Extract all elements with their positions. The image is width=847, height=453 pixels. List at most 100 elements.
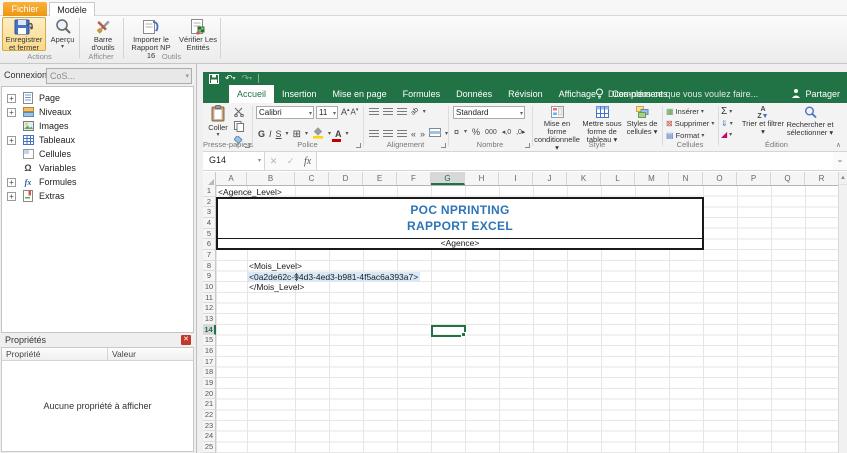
row-header-25[interactable]: 25: [203, 442, 216, 453]
row-header-21[interactable]: 21: [203, 399, 216, 411]
sort-filter-button[interactable]: A Z▼ Trier et filtrer ▾: [741, 106, 785, 136]
enter-icon[interactable]: ✓: [287, 156, 295, 167]
cell-mois-level-close[interactable]: </Mois_Level>: [249, 282, 304, 293]
dialog-launcher-icon[interactable]: [356, 143, 361, 148]
format-cells-button[interactable]: ▤ Format ▾: [666, 131, 714, 140]
expander-icon[interactable]: +: [7, 93, 16, 103]
grow-font-icon[interactable]: A▴: [341, 107, 350, 117]
dialog-launcher-icon[interactable]: [525, 143, 530, 148]
excel-tab-insertion[interactable]: Insertion: [274, 85, 325, 103]
increase-decimal-icon[interactable]: ◂,0: [502, 128, 511, 136]
excel-tab-donn-es[interactable]: Données: [448, 85, 500, 103]
row-header-8[interactable]: 8: [203, 260, 216, 272]
formula-input[interactable]: [317, 152, 833, 170]
toolbar-button[interactable]: Barre d'outils: [84, 17, 122, 52]
font-color-icon[interactable]: A: [332, 129, 342, 142]
row-header-3[interactable]: 3: [203, 207, 216, 219]
expander-icon[interactable]: +: [7, 135, 16, 145]
font-size-select[interactable]: 11 ▾: [316, 106, 338, 119]
decrease-decimal-icon[interactable]: ,0▸: [516, 128, 525, 136]
tab-fichier[interactable]: Fichier: [3, 2, 47, 16]
tree-item-niveaux[interactable]: + Niveaux: [2, 105, 193, 119]
tree-item-formules[interactable]: + fx Formules: [2, 175, 193, 189]
fill-color-icon[interactable]: [312, 127, 324, 141]
cell-a1[interactable]: <Agence_Level>: [218, 187, 282, 198]
row-header-2[interactable]: 2: [203, 196, 216, 208]
merge-center-icon[interactable]: [429, 128, 442, 139]
tree-item-variables[interactable]: +ΩVariables: [2, 161, 193, 175]
undo-icon[interactable]: ↶ ▾: [225, 73, 236, 84]
column-header-j[interactable]: J: [533, 172, 567, 185]
row-header-24[interactable]: 24: [203, 431, 216, 443]
delete-cells-button[interactable]: ⊠ Supprimer ▾: [666, 119, 714, 128]
paste-button[interactable]: Coller ▾: [206, 105, 230, 138]
scroll-up-icon[interactable]: ▲: [839, 172, 847, 185]
row-header-14[interactable]: 14: [203, 324, 216, 336]
row-header-15[interactable]: 15: [203, 335, 216, 347]
tree-item-images[interactable]: +Images: [2, 119, 193, 133]
expand-formula-bar-icon[interactable]: ⌄: [833, 152, 847, 170]
row-header-9[interactable]: 9: [203, 271, 216, 283]
insert-cells-button[interactable]: ▦ Insérer ▾: [666, 107, 714, 116]
shrink-font-icon[interactable]: A▾: [351, 107, 359, 117]
align-bottom-icon[interactable]: [397, 108, 407, 115]
row-header-13[interactable]: 13: [203, 314, 216, 325]
tree-item-page[interactable]: + Page: [2, 91, 193, 105]
column-header-n[interactable]: N: [669, 172, 703, 185]
row-header-23[interactable]: 23: [203, 420, 216, 432]
row-header-6[interactable]: 6: [203, 239, 216, 251]
chevron-down-icon[interactable]: ▾: [286, 131, 289, 137]
orientation-icon[interactable]: ab: [410, 106, 420, 116]
format-as-table-button[interactable]: Mettre sous forme de tableau ▾: [580, 106, 624, 144]
align-top-icon[interactable]: [369, 108, 379, 115]
expander-icon[interactable]: +: [7, 107, 16, 117]
cut-icon[interactable]: [234, 107, 245, 119]
chevron-down-icon[interactable]: ▾: [464, 129, 467, 135]
property-column-header[interactable]: Propriété: [2, 348, 108, 360]
column-header-a[interactable]: A: [216, 172, 247, 185]
row-header-17[interactable]: 17: [203, 356, 216, 368]
increase-indent-icon[interactable]: »: [420, 129, 425, 139]
save-icon[interactable]: [209, 73, 219, 84]
borders-icon[interactable]: ⊞: [293, 129, 301, 140]
column-header-g[interactable]: G: [431, 172, 465, 185]
chevron-down-icon[interactable]: ▾: [305, 131, 308, 137]
row-header-7[interactable]: 7: [203, 250, 216, 261]
row-header-12[interactable]: 12: [203, 303, 216, 315]
percent-icon[interactable]: %: [472, 127, 480, 137]
tree-item-tableaux[interactable]: + Tableaux: [2, 133, 193, 147]
font-name-select[interactable]: Calibri ▾: [256, 106, 314, 119]
row-header-16[interactable]: 16: [203, 346, 216, 357]
tree-item-cellules[interactable]: +Cellules: [2, 147, 193, 161]
column-header-h[interactable]: H: [465, 172, 499, 185]
report-title-box[interactable]: POC NPRINTING RAPPORT EXCEL <Agence>: [216, 196, 704, 251]
selected-cell-g14[interactable]: [431, 324, 466, 337]
expander-icon[interactable]: +: [7, 191, 16, 201]
tell-me-box[interactable]: Dites-nous ce que vous voulez faire...: [595, 85, 758, 103]
row-header-22[interactable]: 22: [203, 410, 216, 421]
column-header-k[interactable]: K: [567, 172, 601, 185]
column-header-m[interactable]: M: [635, 172, 669, 185]
column-header-c[interactable]: C: [295, 172, 329, 185]
column-header-o[interactable]: O: [703, 172, 737, 185]
save-and-close-button[interactable]: Enregistrer et fermer: [2, 17, 46, 52]
clear-button[interactable]: ◢ ▾: [721, 130, 733, 139]
dialog-launcher-icon[interactable]: [245, 143, 250, 148]
excel-tab-r-vision[interactable]: Révision: [500, 85, 551, 103]
number-format-select[interactable]: Standard ▾: [453, 106, 525, 119]
chevron-down-icon[interactable]: ▾: [423, 109, 426, 115]
align-left-icon[interactable]: [369, 130, 379, 137]
agence-cell[interactable]: <Agence>: [218, 239, 702, 248]
dialog-launcher-icon[interactable]: [441, 143, 446, 148]
value-column-header[interactable]: Valeur: [108, 348, 193, 360]
find-select-button[interactable]: Rechercher et sélectionner ▾: [786, 106, 834, 137]
select-all-corner[interactable]: [203, 172, 216, 186]
column-header-r[interactable]: R: [805, 172, 839, 185]
column-header-e[interactable]: E: [363, 172, 397, 185]
import-report-button[interactable]: Importer le Rapport NP 16: [126, 17, 176, 60]
insert-function-icon[interactable]: fx: [304, 156, 311, 167]
excel-tab-accueil[interactable]: Accueil: [229, 85, 275, 103]
fill-button[interactable]: ⇓ ▾: [721, 119, 733, 128]
row-header-19[interactable]: 19: [203, 378, 216, 389]
sheet-body[interactable]: 1 2 3 4 5 6 7 8 9 10 11 12 13 14 15 16 17 18 19 20 21 22 23 24 2…: [203, 186, 838, 453]
